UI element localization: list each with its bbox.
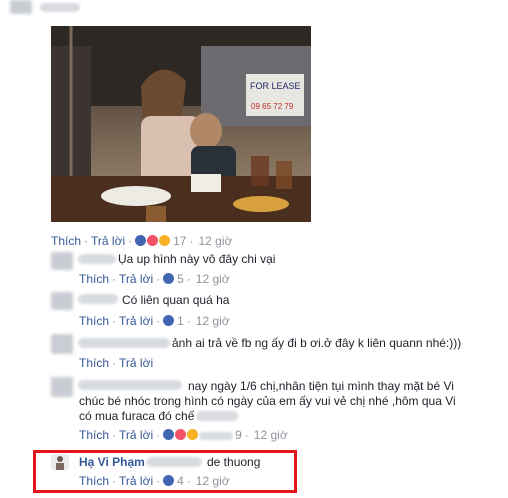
commenter-name-blurred[interactable] [78,294,118,304]
comment-text: de thuong [207,455,261,469]
photo-scene: FOR LEASE 09 65 72 79 [51,26,311,222]
comment-text-line1: nay ngày 1/6 chị,nhân tiện tụi mình thay… [188,379,454,393]
love-reaction-icon[interactable] [147,235,159,246]
mention-blurred[interactable] [146,457,202,467]
like-reaction-icon[interactable] [163,273,175,284]
reply-link[interactable]: Trả lời [119,356,153,370]
reaction-count[interactable]: 4 [177,474,184,488]
commenter-name-blurred[interactable] [78,254,116,264]
haha-reaction-icon[interactable] [187,429,199,440]
timestamp[interactable]: 12 giờ [196,272,230,286]
sign-text: FOR LEASE [250,81,301,91]
post-actions: Thích · Trả lời · 17 · 12 giờ [51,234,233,248]
mention-blurred[interactable] [196,411,238,421]
highlighted-comment-line: Hạ Vi Phạm [79,455,145,469]
reply-link[interactable]: Trả lời [119,314,153,328]
love-reaction-icon[interactable] [175,429,187,440]
timestamp[interactable]: 12 giờ [196,314,230,328]
avatar-figure-icon [56,456,64,470]
like-reaction-icon[interactable] [135,235,147,246]
like-reaction-icon[interactable] [163,429,175,440]
reply-link[interactable]: Trả lời [91,234,125,248]
reaction-count[interactable]: 5 [177,272,184,286]
comment-text: Có liên quan quá ha [122,293,230,307]
sign-number: 09 65 72 79 [251,102,294,111]
commenter-avatar[interactable] [51,334,73,354]
commenter-avatar[interactable] [51,377,73,397]
comment-actions: Thích · Trả lời [79,356,154,370]
reply-link[interactable]: Trả lời [119,272,153,286]
comment-text-line2: chúc bé nhóc trong hình có ngày của em ấ… [79,394,456,408]
commenter-name-blurred[interactable] [78,380,182,390]
timestamp[interactable]: 12 giờ [254,428,288,442]
reply-link[interactable]: Trả lời [119,428,153,442]
reply-link[interactable]: Trả lời [119,474,153,488]
reaction-count[interactable]: 17 [173,234,186,248]
like-link[interactable]: Thích [51,234,81,248]
like-reaction-icon[interactable] [163,315,175,326]
like-reaction-icon[interactable] [163,475,175,486]
like-link[interactable]: Thích [79,314,109,328]
comment-actions: Thích · Trả lời · 1 · 12 giờ [79,314,230,328]
like-link[interactable]: Thích [79,356,109,370]
comment-text: Ụa up hình này vô đây chi vại [118,252,276,266]
comment-actions: Thích · Trả lời · 5 · 12 giờ [79,272,230,286]
commenter-name[interactable]: Hạ Vi Phạm [79,455,145,469]
commenter-name-blurred[interactable] [78,338,170,348]
haha-reaction-icon[interactable] [159,235,171,246]
commenter-avatar[interactable] [51,252,73,270]
like-link[interactable]: Thích [79,272,109,286]
like-link[interactable]: Thích [79,474,109,488]
comment-text-line3: có mua furaca đó chế [79,409,195,423]
comment-text: ảnh ai trả về fb ng ấy đi b ơi.ở đây k l… [172,336,462,350]
commenter-avatar[interactable] [51,454,69,470]
reaction-blurred [199,432,234,440]
commenter-avatar[interactable] [51,292,73,310]
timestamp[interactable]: 12 giờ [196,474,230,488]
post-author-avatar[interactable] [10,0,32,14]
post-author-name-blurred[interactable] [40,3,80,12]
like-link[interactable]: Thích [79,428,109,442]
reaction-count[interactable]: 1 [177,314,184,328]
reaction-count[interactable]: 9 [235,428,242,442]
post-photo[interactable]: FOR LEASE 09 65 72 79 [51,26,311,222]
comment-actions: Thích · Trả lời · 4 · 12 giờ [79,474,230,488]
comment-actions: Thích · Trả lời · 9 · 12 giờ [79,428,288,442]
timestamp[interactable]: 12 giờ [198,234,232,248]
